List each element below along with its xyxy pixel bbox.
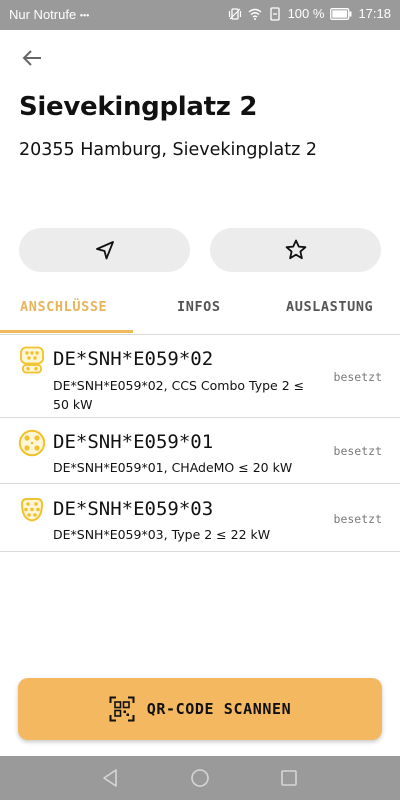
navigate-button[interactable] xyxy=(19,228,190,272)
status-icons: 100 % 17:18 xyxy=(228,6,391,21)
qr-scan-button[interactable]: QR-CODE SCANNEN xyxy=(18,678,382,740)
connector-description: DE*SNH*E059*02, CCS Combo Type 2 ≤ 50 kW xyxy=(53,378,305,412)
connector-description: DE*SNH*E059*01, CHAdeMO ≤ 20 kW xyxy=(53,460,293,475)
active-tab-indicator xyxy=(0,330,133,333)
wifi-icon xyxy=(248,8,262,20)
carrier-dots: ••• xyxy=(79,10,90,21)
connector-item[interactable]: DE*SNH*E059*03 DE*SNH*E059*03, Type 2 ≤ … xyxy=(0,484,400,552)
sim-icon xyxy=(269,6,280,21)
connector-id: DE*SNH*E059*01 xyxy=(53,431,214,453)
battery-icon xyxy=(330,7,352,20)
type2-connector-icon xyxy=(20,498,44,522)
address-text: 20355 Hamburg, Sievekingplatz 2 xyxy=(19,140,317,160)
connector-status: besetzt xyxy=(333,444,382,458)
connector-id: DE*SNH*E059*02 xyxy=(53,348,214,370)
star-outline-icon xyxy=(285,239,306,260)
battery-percent: 100 % xyxy=(287,6,325,21)
qr-code-icon xyxy=(109,696,135,722)
vibrate-icon xyxy=(228,7,241,20)
qr-button-label: QR-CODE SCANNEN xyxy=(146,700,292,718)
connector-description: DE*SNH*E059*03, Type 2 ≤ 22 kW xyxy=(53,527,271,542)
connector-item[interactable]: DE*SNH*E059*01 DE*SNH*E059*01, CHAdeMO ≤… xyxy=(0,418,400,484)
carrier-label: Nur Notrufe ••• xyxy=(9,7,90,22)
ccs-combo-connector-icon xyxy=(20,346,44,374)
back-button[interactable] xyxy=(19,45,45,71)
favorite-button[interactable] xyxy=(210,228,381,272)
arrow-left-icon xyxy=(22,50,41,66)
status-bar: Nur Notrufe ••• 100 % 17:18 xyxy=(0,0,400,30)
chademo-connector-icon xyxy=(18,429,46,457)
tab-bar: ANSCHLÜSSE INFOS AUSLASTUNG xyxy=(0,293,400,335)
tab-anschluesse[interactable]: ANSCHLÜSSE xyxy=(20,293,107,335)
clock: 17:18 xyxy=(358,6,391,21)
system-navigation-bar xyxy=(0,756,400,800)
nav-home-icon[interactable] xyxy=(189,767,211,789)
connector-status: besetzt xyxy=(333,512,382,526)
nav-recents-icon[interactable] xyxy=(278,767,300,789)
tab-auslastung[interactable]: AUSLASTUNG xyxy=(286,293,373,335)
tab-infos[interactable]: INFOS xyxy=(177,293,221,335)
navigation-arrow-icon xyxy=(95,241,114,260)
page-title: Sievekingplatz 2 xyxy=(19,92,258,122)
connector-status: besetzt xyxy=(333,370,382,384)
connector-item[interactable]: DE*SNH*E059*02 DE*SNH*E059*02, CCS Combo… xyxy=(0,336,400,418)
nav-back-icon[interactable] xyxy=(100,767,122,789)
connector-id: DE*SNH*E059*03 xyxy=(53,498,214,520)
